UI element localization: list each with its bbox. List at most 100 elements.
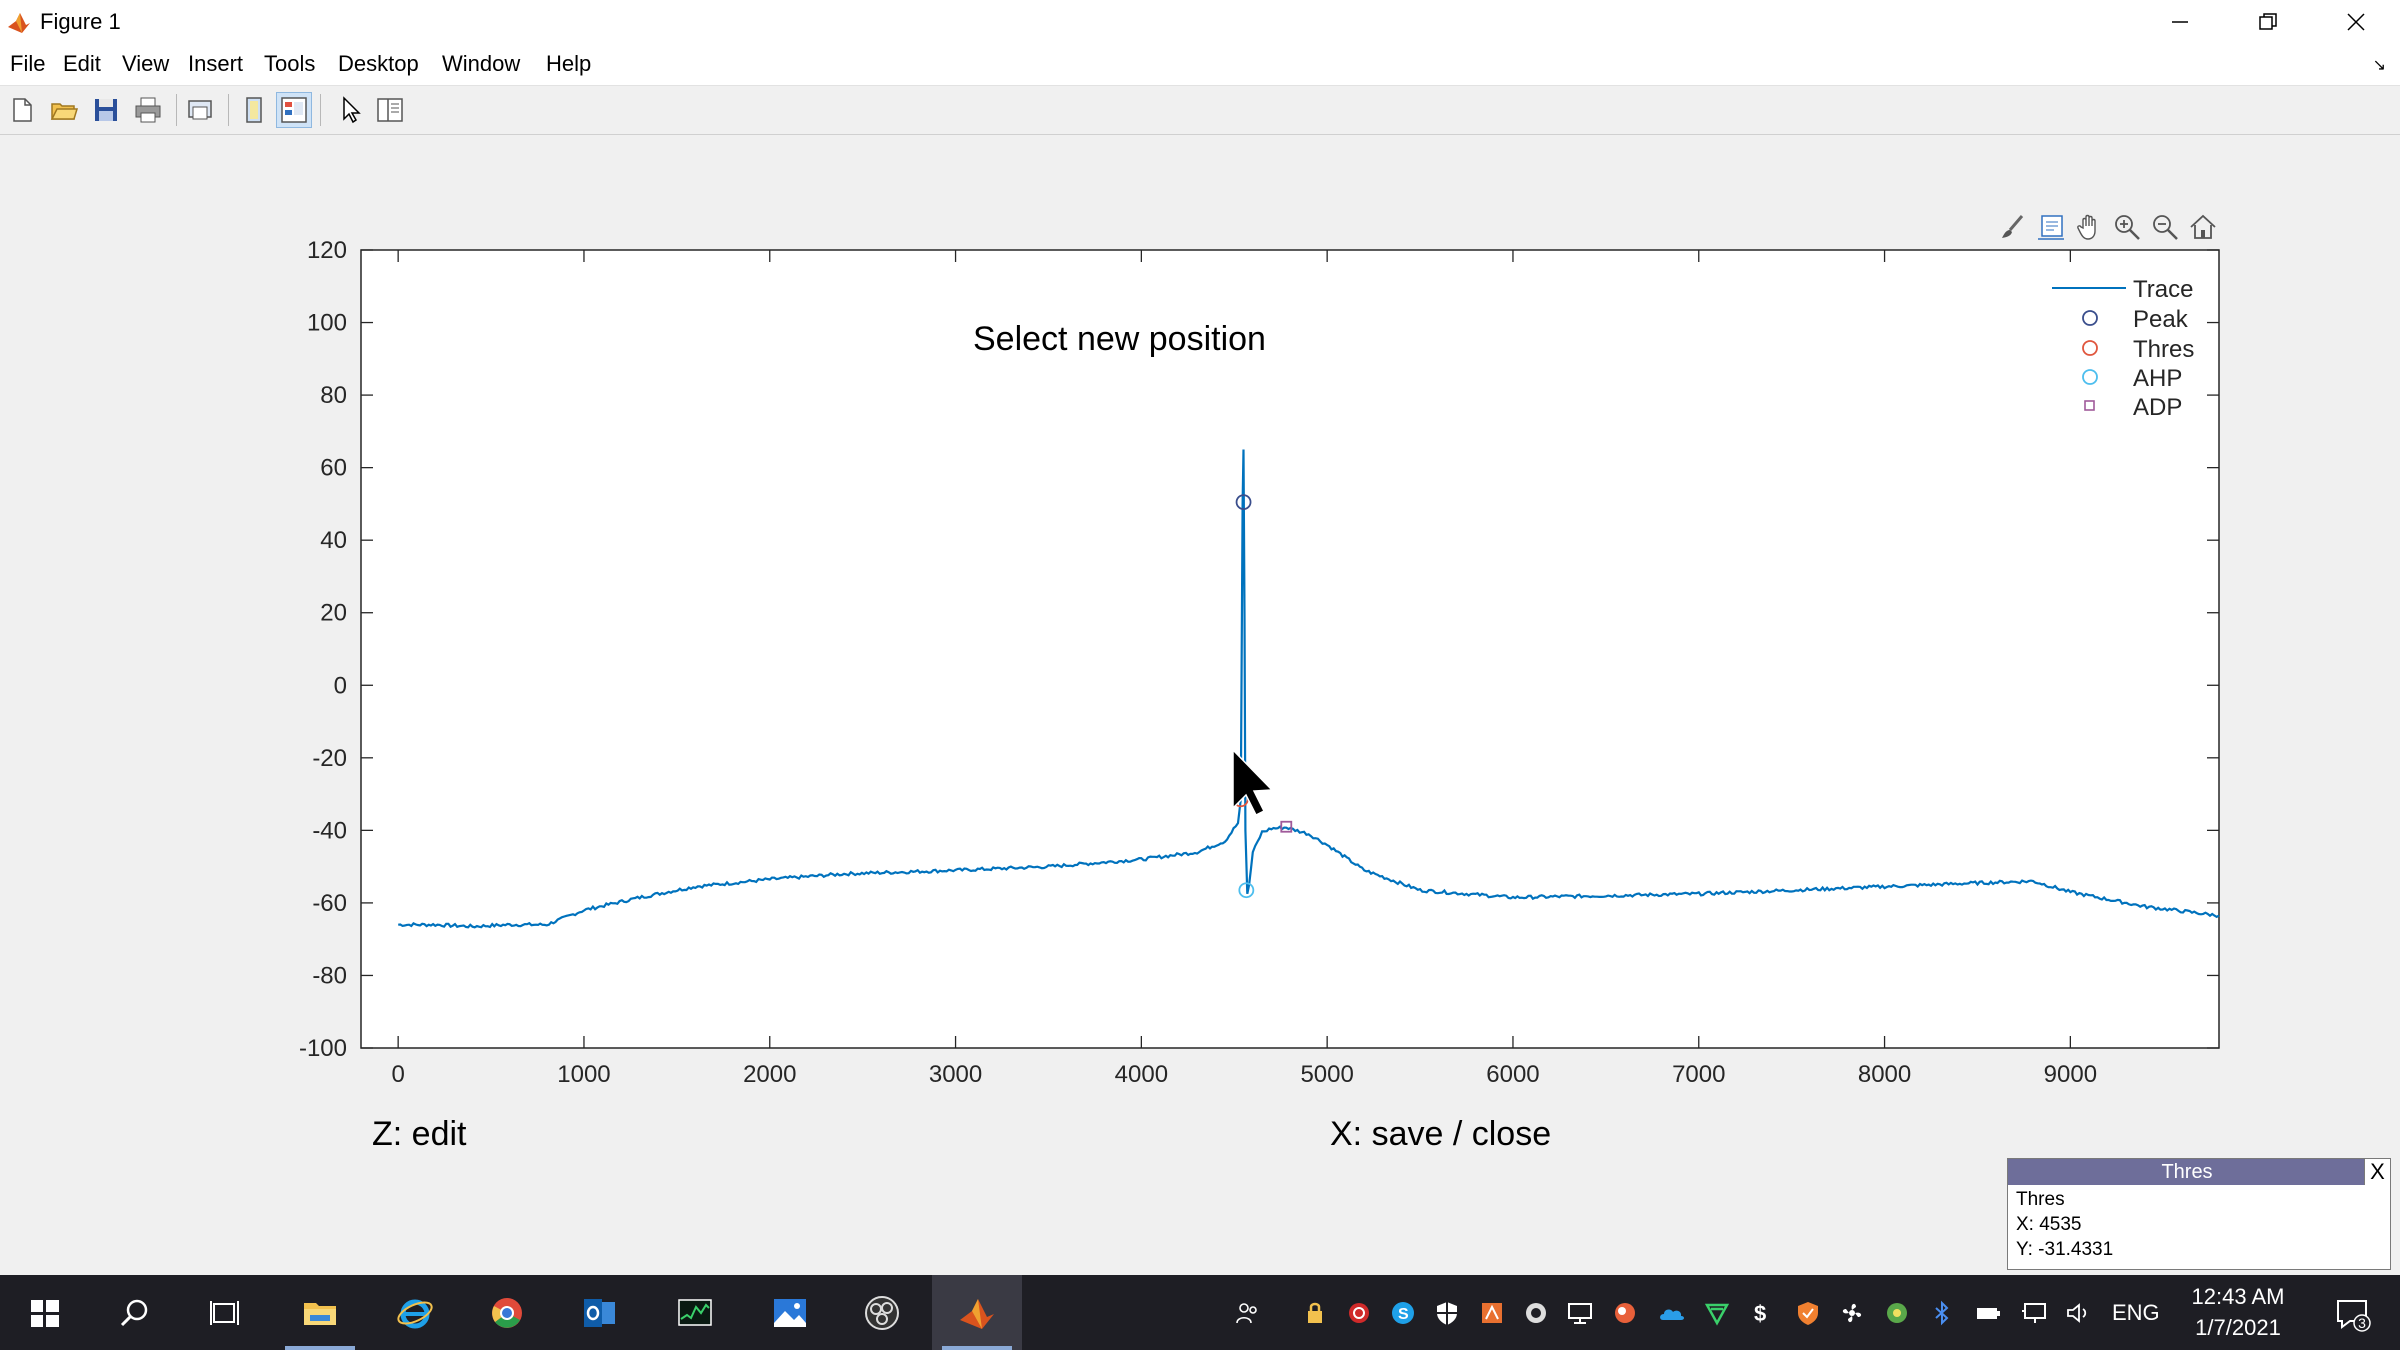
lock-icon (1308, 1302, 1322, 1323)
clock-date[interactable]: 1/7/2021 (2168, 1315, 2308, 1341)
office-icon (1482, 1302, 1502, 1323)
y-tick-label: -20 (312, 745, 347, 772)
legend-thres-label: Thres (2133, 336, 2194, 363)
cloud-drive-icon (1615, 1302, 1635, 1323)
y-tick-label: -40 (312, 817, 347, 844)
tray-sync[interactable] (1337, 1275, 1381, 1350)
x-tick-label: 9000 (2044, 1061, 2097, 1088)
battery-icon (1977, 1307, 2000, 1319)
taskbar-chrome[interactable] (462, 1275, 552, 1350)
fan-icon (1842, 1303, 1862, 1322)
y-tick-label: -80 (312, 962, 347, 989)
tray-lock[interactable] (1293, 1275, 1337, 1350)
y-tick-label: -60 (312, 890, 347, 917)
y-tick-label: -100 (299, 1035, 347, 1062)
action-center-button[interactable]: 3 (2322, 1275, 2382, 1350)
y-tick-label: 60 (320, 455, 347, 482)
datatip-close-button[interactable]: X (2364, 1159, 2390, 1185)
clock-time[interactable]: 12:43 AM (2168, 1284, 2308, 1310)
datatip-y: Y: -31.4331 (2016, 1239, 2114, 1260)
edit-prompt: Z: edit (372, 1115, 467, 1153)
x-tick-label: 7000 (1672, 1061, 1725, 1088)
stocks-icon: $ (1754, 1301, 1766, 1326)
taskbar-outlook[interactable] (555, 1275, 645, 1350)
taskbar-internet-explorer[interactable] (370, 1275, 460, 1350)
plot-area[interactable] (360, 249, 2220, 1049)
x-tick-label: 6000 (1486, 1061, 1539, 1088)
legend-adp-label: ADP (2133, 394, 2182, 421)
tray-volume[interactable] (2056, 1275, 2100, 1350)
plot-annotation: Select new position (973, 320, 1266, 358)
legend-peak-label: Peak (2133, 306, 2189, 333)
tray-battery[interactable] (1966, 1275, 2010, 1350)
sync-icon (1349, 1302, 1369, 1323)
svg-text:$: $ (1754, 1301, 1766, 1326)
x-tick-label: 4000 (1115, 1061, 1168, 1088)
matlab-icon (960, 1298, 994, 1329)
tray-fan[interactable] (1830, 1275, 1874, 1350)
y-tick-label: 0 (334, 672, 347, 699)
taskbar-obs[interactable] (837, 1275, 927, 1350)
language-indicator[interactable]: ENG (2112, 1300, 2160, 1326)
tray-bluetooth[interactable] (1920, 1275, 1964, 1350)
tray-green-app[interactable] (1875, 1275, 1919, 1350)
tray-vpn[interactable] (1695, 1275, 1739, 1350)
onedrive-icon (1660, 1309, 1684, 1320)
tray-cloud-drive[interactable] (1603, 1275, 1647, 1350)
taskbar-photos[interactable] (745, 1275, 835, 1350)
search-button[interactable] (90, 1275, 180, 1350)
x-tick-label: 2000 (743, 1061, 796, 1088)
task-view-icon (210, 1300, 239, 1325)
svg-text:S: S (1398, 1306, 1409, 1323)
internet-explorer-icon (397, 1299, 433, 1328)
tray-stocks[interactable]: $ (1740, 1275, 1784, 1350)
taskbar-system-monitor[interactable] (650, 1275, 740, 1350)
x-tick-label: 1000 (557, 1061, 610, 1088)
file-explorer-icon (304, 1302, 336, 1325)
antivirus-icon (1798, 1301, 1818, 1325)
monitor-icon (2022, 1302, 2046, 1323)
save-close-prompt: X: save / close (1330, 1115, 1552, 1153)
x-tick-label: 5000 (1300, 1061, 1353, 1088)
datatip-series: Thres (2016, 1189, 2065, 1210)
x-tick-label: 8000 (1858, 1061, 1911, 1088)
datatip-box[interactable]: Thres X Thres X: 4535 Y: -31.4331 (2007, 1158, 2391, 1270)
tray-people[interactable] (1226, 1275, 1270, 1350)
task-view-button[interactable] (180, 1275, 270, 1350)
display-icon (1568, 1302, 1592, 1324)
x-tick-label: 0 (391, 1061, 404, 1088)
notification-count: 3 (2358, 1315, 2366, 1331)
tray-network[interactable] (1514, 1275, 1558, 1350)
y-tick-label: 20 (320, 600, 347, 627)
tray-antivirus[interactable] (1786, 1275, 1830, 1350)
y-tick-label: 80 (320, 382, 347, 409)
tray-office[interactable] (1470, 1275, 1514, 1350)
tray-display[interactable] (1558, 1275, 1602, 1350)
notifications-icon: 3 (2337, 1299, 2371, 1332)
taskbar-matlab[interactable] (932, 1275, 1022, 1350)
datatip-x: X: 4535 (2016, 1214, 2082, 1235)
chrome-icon (492, 1297, 522, 1328)
taskbar-file-explorer[interactable] (275, 1275, 365, 1350)
legend-ahp-label: AHP (2133, 365, 2182, 392)
system-monitor-icon (678, 1298, 712, 1326)
x-tick-label: 3000 (929, 1061, 982, 1088)
tray-skype[interactable]: S (1381, 1275, 1425, 1350)
y-tick-label: 40 (320, 527, 347, 554)
photos-icon (774, 1298, 806, 1327)
vpn-icon (1704, 1303, 1730, 1326)
start-button[interactable] (0, 1275, 90, 1350)
tray-shield[interactable] (1425, 1275, 1469, 1350)
outlook-icon (584, 1298, 615, 1327)
datatip-header[interactable]: Thres (2008, 1159, 2366, 1185)
network-icon (1526, 1302, 1546, 1323)
y-tick-label: 120 (307, 237, 347, 264)
axes[interactable]: 0 1000 2000 3000 4000 5000 6000 7000 8000 9000 -10… (0, 0, 2400, 1275)
bluetooth-icon (1935, 1300, 1949, 1325)
windows-start-icon (31, 1299, 59, 1327)
green-app-icon (1887, 1302, 1907, 1323)
shield-icon (1437, 1301, 1457, 1325)
tray-monitor[interactable] (2012, 1275, 2056, 1350)
tray-onedrive[interactable] (1650, 1275, 1694, 1350)
skype-icon: S (1392, 1301, 1414, 1324)
